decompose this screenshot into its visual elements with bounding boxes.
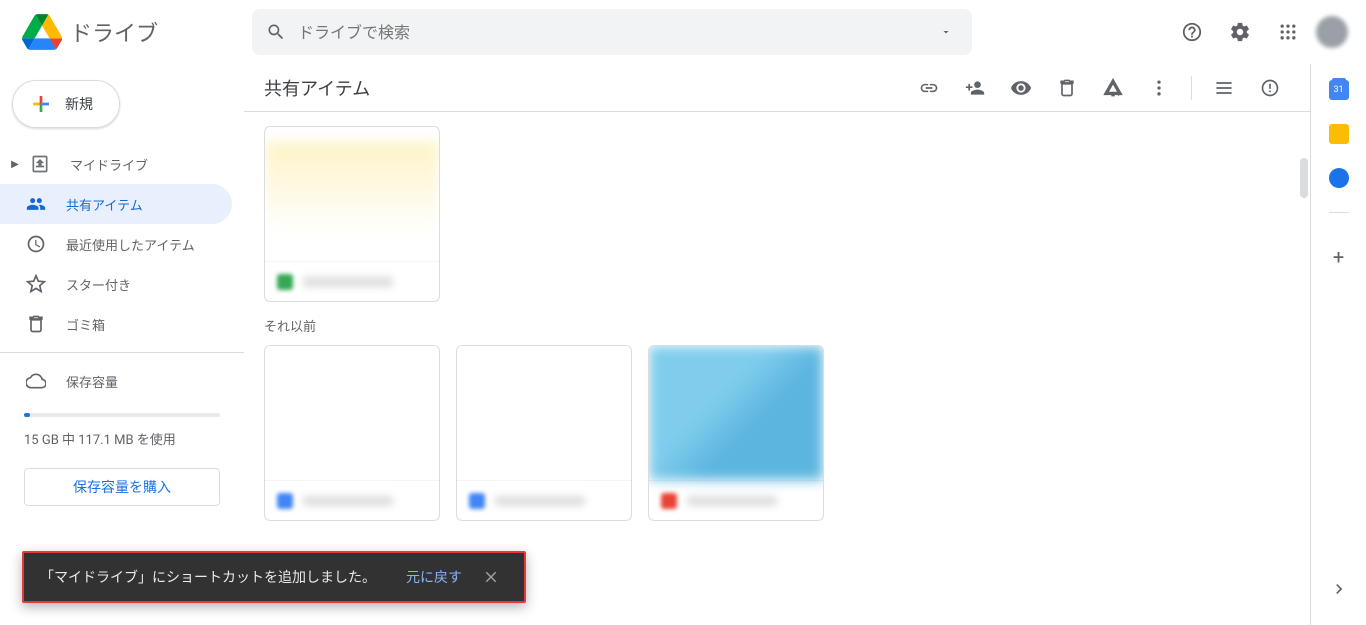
sidebar-item-label: マイドライブ (70, 155, 148, 174)
toast-notification: 「マイドライブ」にショートカットを追加しました。 元に戻す (22, 551, 526, 603)
apps-grid-icon[interactable] (1268, 12, 1308, 52)
my-drive-icon (30, 154, 50, 174)
file-card[interactable] (264, 126, 440, 302)
page-title: 共有アイテム (264, 75, 370, 101)
star-icon (26, 274, 46, 294)
buy-storage-button[interactable]: 保存容量を購入 (24, 468, 220, 506)
action-toolbar: + (909, 68, 1290, 108)
sidebar-item-label: スター付き (66, 275, 131, 294)
svg-text:+: + (1116, 89, 1121, 98)
get-link-icon[interactable] (909, 68, 949, 108)
app-header: ドライブ (0, 0, 1366, 64)
sidebar-item-shared[interactable]: 共有アイテム (0, 184, 232, 224)
trash-icon (26, 314, 46, 334)
docs-icon (277, 493, 293, 509)
sidebar-item-recent[interactable]: 最近使用したアイテム (0, 224, 232, 264)
more-options-icon[interactable] (1139, 68, 1179, 108)
keep-icon[interactable] (1329, 124, 1349, 144)
file-thumbnail (265, 127, 439, 261)
clock-icon (26, 234, 46, 254)
sidebar: 新規 ▶ マイドライブ 共有アイテム 最近使用したアイテム スター付き (0, 64, 244, 625)
toast-message: 「マイドライブ」にショートカットを追加しました。 (40, 567, 394, 587)
hide-panel-chevron-icon[interactable] (1319, 569, 1359, 609)
sidebar-item-label: 共有アイテム (66, 195, 143, 214)
file-card[interactable] (648, 345, 824, 521)
add-addon-icon[interactable]: + (1319, 237, 1359, 277)
expand-chevron-icon[interactable]: ▶ (8, 159, 22, 170)
file-grid-area: それ以前 (244, 112, 1310, 625)
toast-close-icon[interactable] (474, 560, 508, 594)
main-area: 共有アイテム + それ以前 (244, 64, 1310, 625)
toast-undo-button[interactable]: 元に戻す (394, 559, 474, 595)
sidebar-item-label: 最近使用したアイテム (66, 235, 195, 254)
search-bar[interactable] (252, 9, 972, 55)
tasks-icon[interactable] (1329, 168, 1349, 188)
map-icon (661, 493, 677, 509)
file-name (687, 496, 777, 506)
scrollbar-thumb[interactable] (1300, 158, 1308, 198)
section-label-earlier: それ以前 (264, 316, 1290, 335)
file-name (303, 277, 393, 287)
calendar-icon[interactable]: 31 (1329, 80, 1349, 100)
file-card[interactable] (264, 345, 440, 521)
sidebar-item-storage[interactable]: 保存容量 (0, 361, 232, 401)
main-header: 共有アイテム + (244, 64, 1310, 112)
file-name (303, 496, 393, 506)
new-button-label: 新規 (65, 94, 93, 114)
sidebar-item-starred[interactable]: スター付き (0, 264, 232, 304)
list-view-icon[interactable] (1204, 68, 1244, 108)
account-avatar[interactable] (1316, 16, 1348, 48)
file-card[interactable] (456, 345, 632, 521)
cloud-icon (26, 371, 46, 391)
divider (0, 352, 244, 353)
sidebar-item-label: ゴミ箱 (66, 315, 105, 334)
app-name: ドライブ (70, 16, 158, 48)
preview-eye-icon[interactable] (1001, 68, 1041, 108)
sidebar-item-trash[interactable]: ゴミ箱 (0, 304, 232, 344)
remove-trash-icon[interactable] (1047, 68, 1087, 108)
support-icon[interactable] (1172, 12, 1212, 52)
file-name (495, 496, 585, 506)
storage-info: 15 GB 中 117.1 MB を使用 (0, 401, 244, 460)
add-shortcut-icon[interactable]: + (1093, 68, 1133, 108)
search-icon (266, 22, 286, 42)
drive-logo-icon (22, 12, 62, 52)
file-thumbnail (457, 346, 631, 480)
header-actions (1172, 12, 1358, 52)
logo-area[interactable]: ドライブ (8, 12, 252, 52)
sheets-icon (277, 274, 293, 290)
settings-gear-icon[interactable] (1220, 12, 1260, 52)
divider (1329, 212, 1349, 213)
divider (1191, 76, 1192, 100)
storage-text: 15 GB 中 117.1 MB を使用 (24, 429, 220, 448)
search-options-dropdown-icon[interactable] (934, 20, 958, 44)
shared-icon (26, 194, 46, 214)
plus-icon (29, 92, 53, 116)
storage-progress-bar (24, 413, 220, 417)
file-thumbnail (649, 346, 823, 480)
sidebar-item-my-drive[interactable]: ▶ マイドライブ (0, 144, 232, 184)
view-details-icon[interactable] (1250, 68, 1290, 108)
new-button[interactable]: 新規 (12, 80, 120, 128)
add-person-icon[interactable] (955, 68, 995, 108)
docs-icon (469, 493, 485, 509)
file-thumbnail (265, 346, 439, 480)
search-input[interactable] (298, 23, 934, 42)
sidebar-item-label: 保存容量 (66, 372, 118, 391)
side-panel: 31 + (1310, 64, 1366, 625)
